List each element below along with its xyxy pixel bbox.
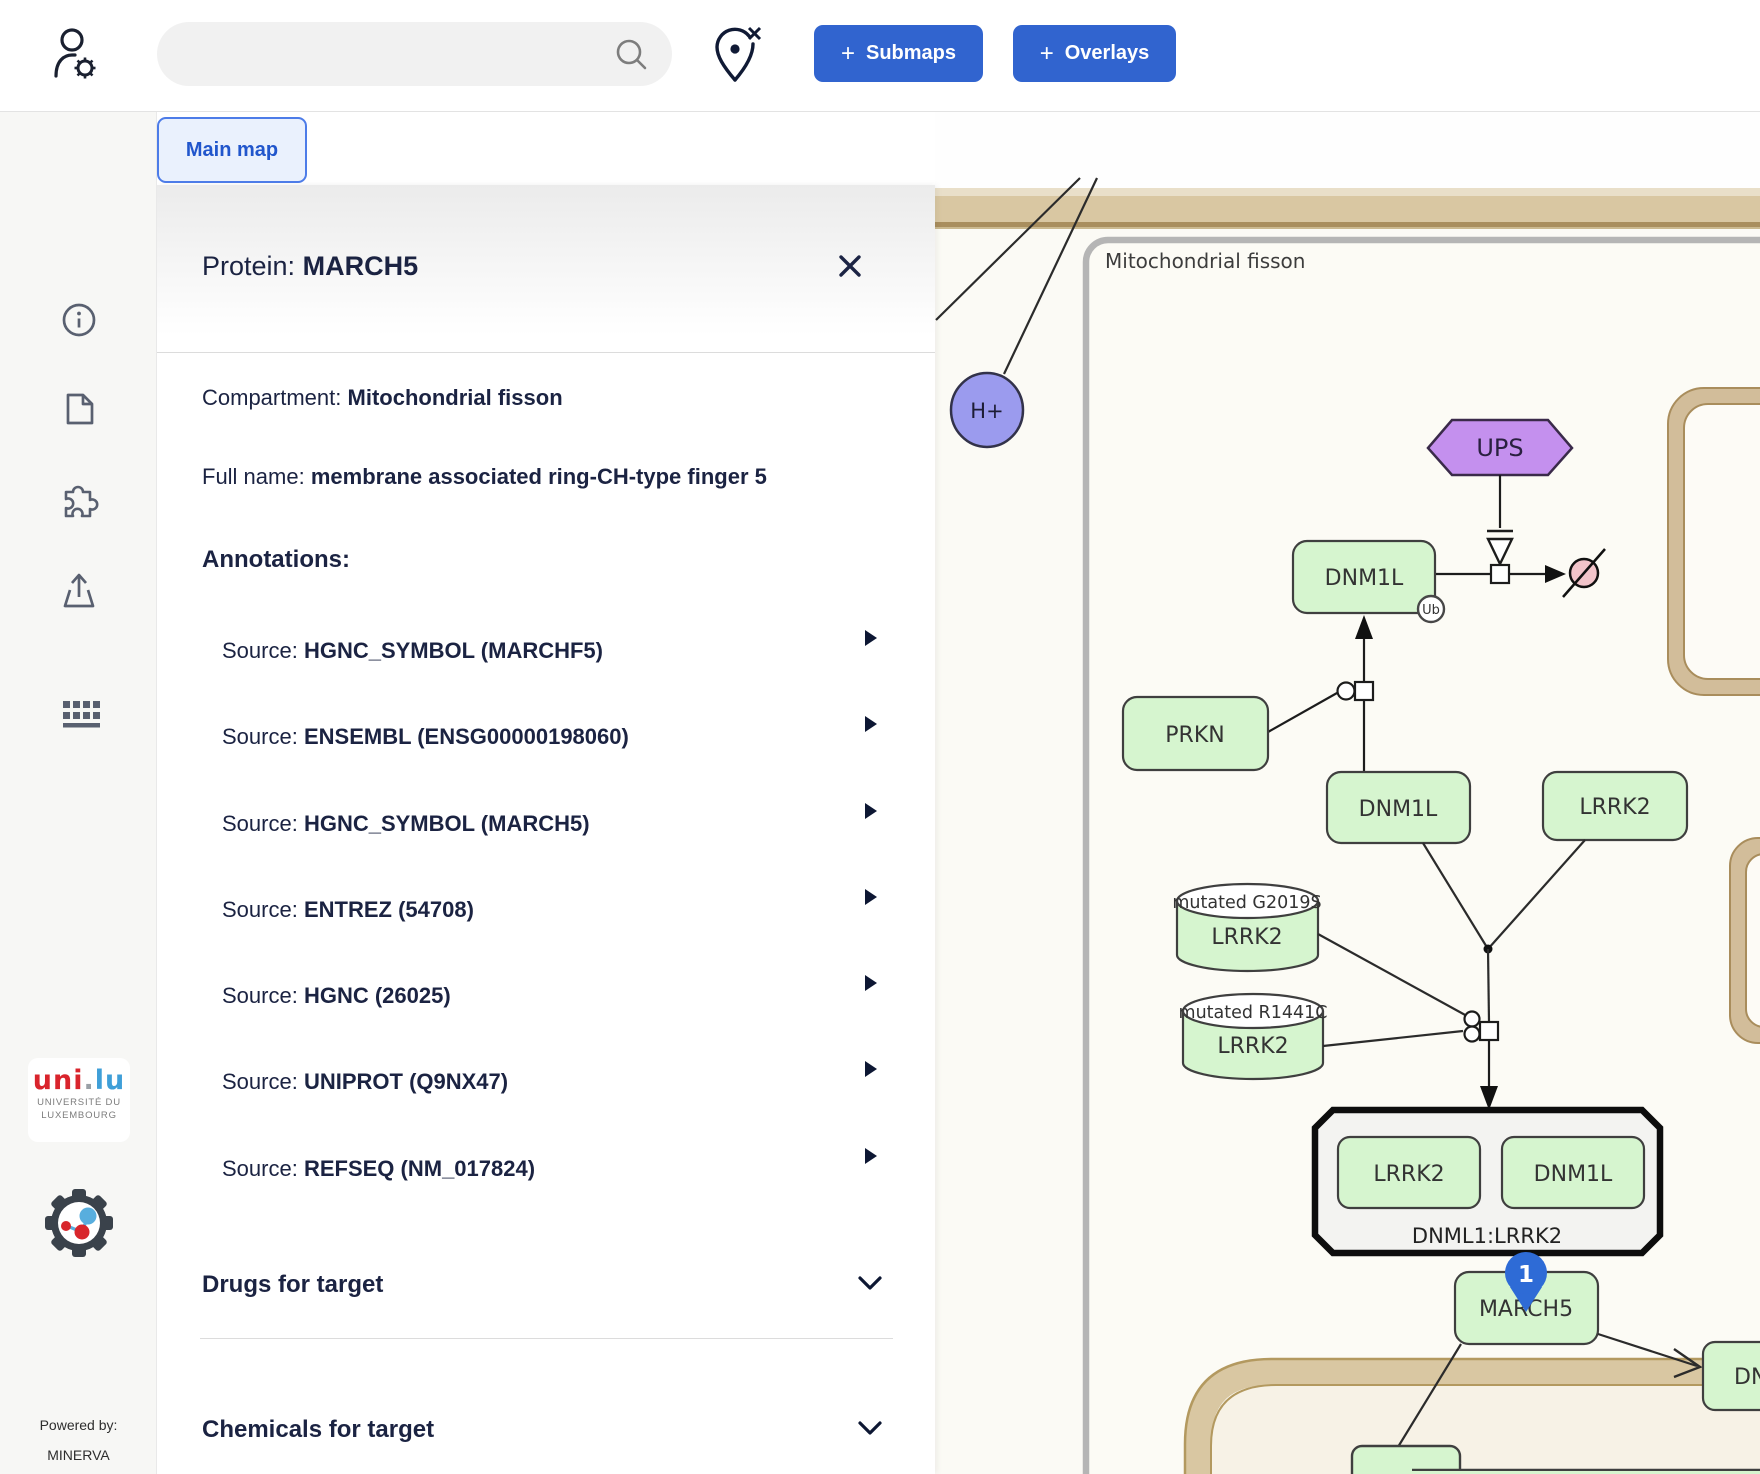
catalysis-circle-prkn (1338, 683, 1355, 700)
document-icon[interactable] (50, 392, 108, 426)
search-icon[interactable] (612, 36, 652, 74)
membrane-top (935, 188, 1760, 229)
chemicals-for-target-section[interactable]: Chemicals for target (202, 1416, 434, 1444)
expand-chevron-icon[interactable] (865, 716, 877, 732)
unilu-logo-red: uni (33, 1065, 84, 1096)
reaction-square-association[interactable] (1480, 1022, 1498, 1040)
expand-chevron-icon[interactable] (865, 975, 877, 991)
clear-pin-icon[interactable] (708, 24, 764, 86)
add-submaps-button[interactable]: +Submaps (814, 25, 983, 82)
compartment-row: Compartment: Mitochondrial fisson (202, 385, 563, 411)
expand-chevron-icon[interactable] (865, 1148, 877, 1164)
node-h-plus[interactable]: H+ (951, 373, 1023, 447)
close-icon[interactable] (835, 251, 865, 281)
svg-text:PRKN: PRKN (1165, 723, 1224, 748)
pathway-map-svg: Mitochondrial fisson (935, 112, 1760, 1474)
svg-text:mutated R1441C: mutated R1441C (1179, 1003, 1328, 1023)
header-divider (157, 352, 935, 353)
svg-text:DNM1L: DNM1L (1534, 1162, 1613, 1187)
svg-text:mutated G2019S: mutated G2019S (1172, 893, 1321, 913)
catalysis-circle-2 (1465, 1027, 1480, 1042)
source-row[interactable]: Source: HGNC (26025) (222, 983, 451, 1009)
complex-label: DNML1:LRRK2 (1412, 1224, 1562, 1248)
catalysis-circle-1 (1465, 1012, 1480, 1027)
source-row[interactable]: Source: HGNC_SYMBOL (MARCHF5) (222, 638, 603, 664)
svg-text:LRRK2: LRRK2 (1373, 1162, 1444, 1187)
source-row[interactable]: Source: ENTREZ (54708) (222, 897, 474, 923)
panel-title: Protein: MARCH5 (202, 251, 418, 282)
minerva-app: Mitochondrial fisson (0, 0, 1760, 1474)
fullname-value: membrane associated ring-CH-type finger … (311, 464, 767, 489)
node-prkn[interactable]: PRKN (1123, 697, 1268, 770)
svg-text:LRRK2: LRRK2 (1579, 795, 1650, 820)
tab-main-map[interactable]: Main map (157, 117, 307, 183)
add-overlays-button[interactable]: +Overlays (1013, 25, 1176, 82)
node-lrrk2-mutated-r1441c[interactable]: mutated R1441C LRRK2 (1179, 994, 1328, 1079)
organelle-membrane-right-lower (1730, 838, 1760, 1043)
annotations-heading: Annotations: (202, 546, 350, 574)
map-top-space (935, 112, 1760, 190)
unilu-logo-blue: lu (95, 1065, 125, 1096)
node-complex-dnml1-lrrk2[interactable]: LRRK2 DNM1L DNML1:LRRK2 (1315, 1110, 1660, 1253)
plus-icon: + (841, 42, 855, 66)
svg-text:LRRK2: LRRK2 (1217, 1034, 1288, 1059)
section-divider (200, 1338, 893, 1339)
compartment-label: Mitochondrial fisson (1105, 249, 1305, 273)
compartment-value: Mitochondrial fisson (348, 385, 563, 410)
unilu-logo-dot: . (83, 1065, 94, 1096)
fullname-row: Full name: membrane associated ring-CH-t… (202, 464, 767, 490)
expand-chevron-icon[interactable] (865, 889, 877, 905)
svg-text:UPS: UPS (1476, 434, 1523, 462)
node-partial-dn[interactable]: DN (1703, 1342, 1760, 1410)
minerva-logo[interactable] (44, 1188, 114, 1258)
svg-text:DNM1L: DNM1L (1359, 797, 1438, 822)
source-row[interactable]: Source: REFSEQ (NM_017824) (222, 1156, 535, 1182)
drugs-for-target-section[interactable]: Drugs for target (202, 1271, 383, 1299)
reaction-square-degradation[interactable] (1491, 565, 1509, 583)
platform-name: MINERVA (0, 1447, 157, 1463)
export-icon[interactable] (50, 570, 108, 610)
svg-text:DN: DN (1734, 1365, 1760, 1390)
protein-info-panel: Protein: MARCH5 Compartment: Mitochondri… (157, 185, 935, 1474)
expand-chevron-icon[interactable] (865, 803, 877, 819)
organelle-membrane-right-upper (1668, 388, 1760, 695)
svg-text:1: 1 (1518, 1262, 1534, 1288)
source-row[interactable]: Source: ENSEMBL (ENSG00000198060) (222, 724, 629, 750)
edge-junction-down (1488, 949, 1489, 1022)
svg-text:H+: H+ (970, 399, 1003, 423)
protein-name: MARCH5 (303, 251, 419, 281)
expand-chevron-icon[interactable] (865, 1061, 877, 1077)
node-ups[interactable]: UPS (1428, 420, 1572, 475)
node-lrrk2-mutated-g2019s[interactable]: mutated G2019S LRRK2 (1172, 884, 1321, 971)
chevron-down-icon[interactable] (857, 1420, 883, 1436)
legend-icon[interactable] (50, 697, 108, 729)
ub-badge-label: Ub (1422, 603, 1440, 618)
source-row[interactable]: Source: UNIPROT (Q9NX47) (222, 1069, 508, 1095)
unilu-logo[interactable]: uni.lu UNIVERSITÉ DU LUXEMBOURG (28, 1058, 130, 1142)
plus-icon: + (1040, 42, 1054, 66)
user-settings-icon[interactable] (50, 24, 98, 82)
svg-text:LRRK2: LRRK2 (1211, 925, 1282, 950)
node-lrrk2[interactable]: LRRK2 (1543, 772, 1687, 840)
reaction-square-prkn[interactable] (1355, 682, 1373, 700)
powered-by-text: Powered by: (0, 1417, 157, 1433)
source-row[interactable]: Source: HGNC_SYMBOL (MARCH5) (222, 811, 590, 837)
chevron-down-icon[interactable] (857, 1275, 883, 1291)
unilu-subtitle-1: UNIVERSITÉ DU (28, 1096, 130, 1109)
search-input[interactable] (157, 22, 672, 86)
left-sidebar: uni.lu UNIVERSITÉ DU LUXEMBOURG Powered … (0, 112, 157, 1474)
info-icon[interactable] (50, 302, 108, 338)
node-dnm1l-1[interactable]: DNM1L Ub (1293, 541, 1444, 622)
top-toolbar: +Submaps +Overlays (0, 0, 1760, 112)
plugins-puzzle-icon[interactable] (50, 482, 108, 518)
pathway-map-canvas[interactable]: Mitochondrial fisson (935, 112, 1760, 1474)
node-partial-bottom-right (1412, 1470, 1760, 1474)
compartment-mitochondrial-fisson[interactable] (1086, 240, 1760, 1474)
unilu-subtitle-2: LUXEMBOURG (28, 1109, 130, 1122)
expand-chevron-icon[interactable] (865, 630, 877, 646)
node-dnm1l-2[interactable]: DNM1L (1327, 772, 1470, 843)
svg-text:DNM1L: DNM1L (1325, 566, 1404, 591)
